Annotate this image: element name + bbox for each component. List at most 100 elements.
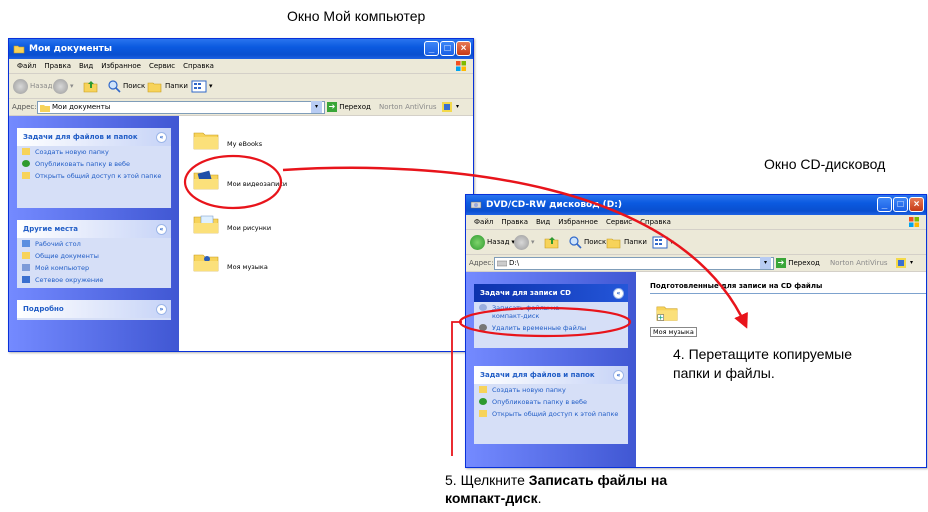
- maximize-button[interactable]: □: [893, 197, 908, 212]
- burn-cd-icon: [479, 304, 487, 311]
- video-folder-icon: [193, 170, 219, 190]
- task-share-folder[interactable]: Открыть общий доступ к этой папке: [474, 408, 628, 420]
- menu-file[interactable]: Файл: [474, 218, 493, 226]
- menu-favorites[interactable]: Избранное: [101, 62, 141, 70]
- minimize-button[interactable]: _: [424, 41, 439, 56]
- panel-header[interactable]: Подробно»: [17, 300, 171, 318]
- search-icon: [108, 80, 121, 93]
- forward-arrow-icon: [514, 234, 529, 250]
- share-folder-icon: [22, 172, 30, 179]
- task-publish-web[interactable]: Опубликовать папку в вебе: [474, 396, 628, 408]
- task-new-folder[interactable]: Создать новую папку: [474, 384, 628, 396]
- collapse-icon[interactable]: «: [156, 224, 167, 235]
- menu-favorites[interactable]: Избранное: [558, 218, 598, 226]
- window-title: DVD/CD-RW дисковод (D:): [486, 200, 622, 210]
- menu-edit[interactable]: Правка: [44, 62, 71, 70]
- search-button[interactable]: Поиск: [568, 234, 606, 250]
- file-tasks-panel: Задачи для файлов и папок « Создать новую…: [17, 128, 171, 208]
- address-input[interactable]: D:\: [494, 257, 774, 270]
- menu-view[interactable]: Вид: [79, 62, 93, 70]
- go-button[interactable]: ➔ Переход: [327, 99, 371, 115]
- delete-cd-icon: [479, 324, 487, 331]
- folders-button[interactable]: Папки: [147, 78, 188, 94]
- globe-icon: [479, 398, 487, 405]
- back-button[interactable]: Назад▾: [13, 78, 58, 94]
- my-documents-window: Мои документы _ □ × Файл Правка Вид Избранн…: [8, 38, 474, 352]
- menu-tools[interactable]: Сервис: [149, 62, 175, 70]
- expand-icon[interactable]: »: [156, 304, 167, 315]
- menu-view[interactable]: Вид: [536, 218, 550, 226]
- details-panel: Подробно»: [17, 300, 171, 320]
- place-network[interactable]: Сетевое окружение: [17, 274, 171, 286]
- panel-header[interactable]: Другие места «: [17, 220, 171, 238]
- content-header-rule: [650, 293, 926, 294]
- caption-cd-drive: Окно CD-дисковод: [764, 156, 886, 172]
- collapse-icon[interactable]: «: [156, 132, 167, 143]
- go-arrow-icon: ➔: [327, 102, 337, 112]
- norton-icon[interactable]: [896, 258, 906, 268]
- place-my-computer[interactable]: Мой компьютер: [17, 262, 171, 274]
- task-new-folder[interactable]: Создать новую папку: [17, 146, 171, 158]
- norton-icon[interactable]: [442, 102, 452, 112]
- views-button[interactable]: ▾: [191, 78, 213, 94]
- forward-button[interactable]: ▾: [514, 234, 535, 250]
- address-label: Адрес:: [469, 259, 494, 267]
- delete-temp-files-link[interactable]: Удалить временные файлы: [474, 322, 628, 334]
- address-dropdown-button[interactable]: ▾: [311, 101, 322, 113]
- folders-button[interactable]: Папки: [606, 234, 647, 250]
- share-folder-icon: [479, 410, 487, 417]
- place-desktop[interactable]: Рабочий стол: [17, 238, 171, 250]
- norton-antivirus-label[interactable]: Norton AntiVirus: [379, 99, 437, 115]
- task-share-folder[interactable]: Открыть общий доступ к этой папке: [17, 170, 171, 182]
- cd-drive-window: DVD/CD-RW дисковод (D:) _ □ × Файл Правка…: [465, 194, 927, 468]
- write-files-to-cd-link[interactable]: Записать файлы на компакт-диск: [474, 302, 628, 322]
- go-button[interactable]: ➔ Переход: [776, 255, 820, 271]
- panel-header[interactable]: Задачи для файлов и папок «: [474, 366, 628, 384]
- up-folder-icon: [544, 237, 559, 249]
- menu-file[interactable]: Файл: [17, 62, 36, 70]
- up-folder-button[interactable]: [544, 234, 560, 250]
- menu-help[interactable]: Справка: [640, 218, 671, 226]
- menu-help[interactable]: Справка: [183, 62, 214, 70]
- folder-icon: [193, 132, 219, 150]
- up-folder-icon: [83, 81, 98, 93]
- cd-drive-icon: [497, 260, 507, 267]
- other-places-panel: Другие места « Рабочий стол Общие докумен…: [17, 220, 171, 288]
- cd-tasks-panel: Задачи для записи CD « Записать файлы на …: [474, 284, 628, 348]
- pending-folder-icon: [656, 306, 678, 321]
- close-button[interactable]: ×: [909, 197, 924, 212]
- collapse-icon[interactable]: «: [613, 370, 624, 381]
- up-folder-button[interactable]: [83, 78, 99, 94]
- place-shared-docs[interactable]: Общие документы: [17, 250, 171, 262]
- toolbar: Назад▾ ▾ Поиск Папки ▾: [466, 230, 926, 255]
- title-bar[interactable]: DVD/CD-RW дисковод (D:) _ □ ×: [466, 195, 926, 215]
- address-input[interactable]: Мои документы: [37, 101, 325, 114]
- menu-tools[interactable]: Сервис: [606, 218, 632, 226]
- new-folder-icon: [22, 148, 30, 155]
- pictures-folder-icon: [193, 215, 219, 234]
- panel-header[interactable]: Задачи для файлов и папок «: [17, 128, 171, 146]
- search-button[interactable]: Поиск: [107, 78, 145, 94]
- computer-icon: [22, 264, 30, 271]
- menu-edit[interactable]: Правка: [501, 218, 528, 226]
- toolbar: Назад▾ ▾ Поиск Папки ▾: [9, 74, 473, 99]
- address-dropdown-button[interactable]: ▾: [760, 257, 771, 269]
- folders-icon: [606, 238, 621, 249]
- norton-antivirus-label[interactable]: Norton AntiVirus: [830, 255, 888, 271]
- minimize-button[interactable]: _: [877, 197, 892, 212]
- address-bar: Адрес: D:\ ▾ ➔ Переход Norton AntiVirus …: [466, 255, 926, 272]
- search-icon: [569, 236, 582, 249]
- panel-header[interactable]: Задачи для записи CD «: [474, 284, 628, 302]
- forward-button[interactable]: ▾: [53, 78, 74, 94]
- window-title: Мои документы: [29, 44, 113, 54]
- cd-drive-icon: [470, 201, 482, 209]
- maximize-button[interactable]: □: [440, 41, 455, 56]
- collapse-icon[interactable]: «: [613, 288, 624, 299]
- menu-bar: Файл Правка Вид Избранное Сервис Справка: [9, 59, 473, 74]
- views-button[interactable]: ▾: [652, 234, 674, 250]
- task-publish-web[interactable]: Опубликовать папку в вебе: [17, 158, 171, 170]
- back-button[interactable]: Назад▾: [470, 234, 515, 250]
- title-bar[interactable]: Мои документы _ □ ×: [9, 39, 473, 59]
- close-button[interactable]: ×: [456, 41, 471, 56]
- task-pane: Задачи для записи CD « Записать файлы на …: [466, 272, 636, 467]
